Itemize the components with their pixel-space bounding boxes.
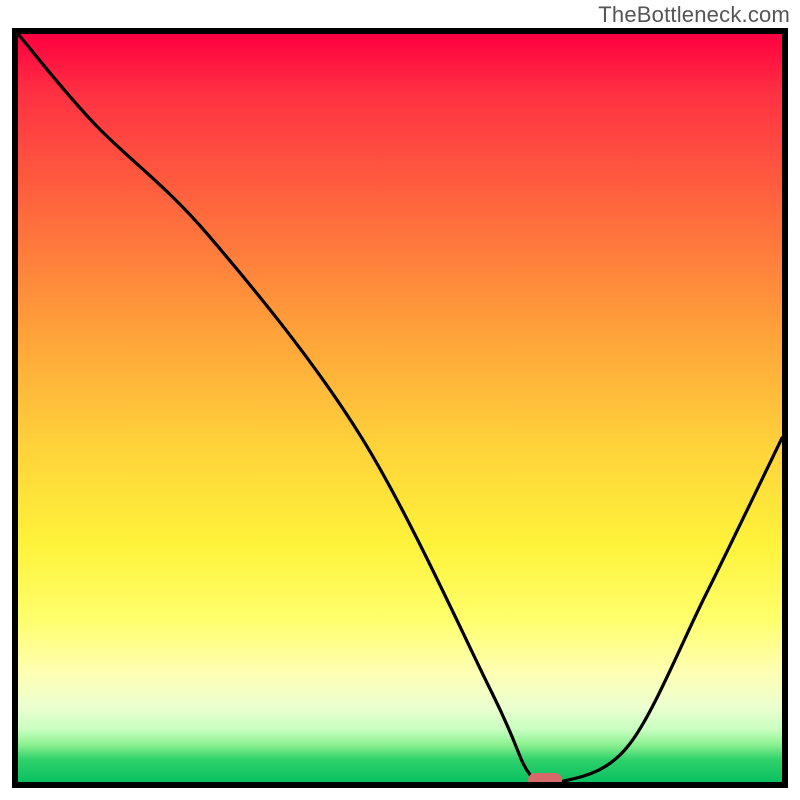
plot-area — [12, 28, 788, 788]
chart-container: TheBottleneck.com — [0, 0, 800, 800]
watermark-text: TheBottleneck.com — [598, 2, 790, 28]
bottleneck-curve — [18, 34, 782, 782]
optimal-point-marker — [528, 773, 562, 787]
